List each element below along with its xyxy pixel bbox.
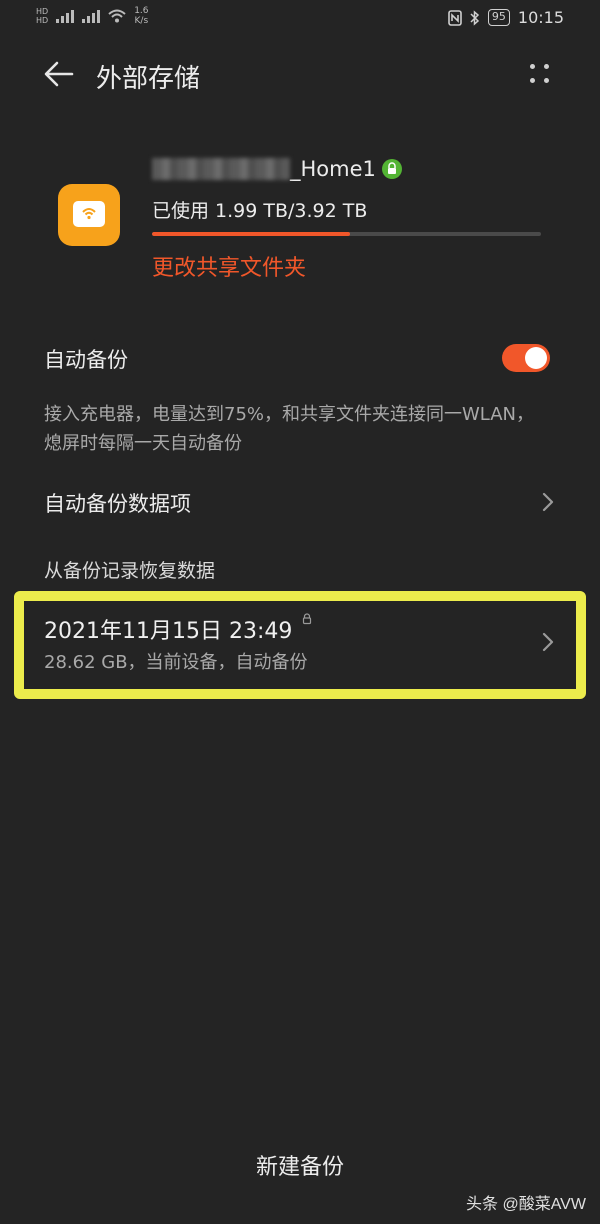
bluetooth-icon: [470, 9, 479, 26]
small-lock-icon: [303, 613, 312, 625]
speed-value: 1.6: [134, 6, 149, 16]
storage-usage-text: 已使用 1.99 TB/3.92 TB: [152, 200, 368, 222]
lock-icon: [381, 159, 402, 179]
wifi-icon: [108, 9, 126, 23]
storage-usage-bar: [152, 232, 541, 236]
hd-badge-top: HD: [36, 7, 49, 16]
new-backup-button[interactable]: 新建备份: [150, 1140, 450, 1196]
page-title: 外部存储: [96, 64, 201, 94]
clock: 10:15: [517, 8, 564, 27]
hd-badges: HD HD: [36, 7, 48, 25]
backup-record-item[interactable]: [14, 591, 586, 699]
nfc-icon: [448, 9, 462, 26]
restore-section-title: 从备份记录恢复数据: [44, 560, 216, 582]
auto-backup-description: 接入充电器，电量达到75%，和共享文件夹连接同一WLAN，熄屏时每隔一天自动备份: [44, 404, 535, 454]
speed-unit: K/s: [134, 16, 149, 26]
chevron-right-icon: [542, 492, 554, 512]
chevron-right-icon: [542, 632, 554, 652]
signal-icon-2: [82, 9, 101, 23]
more-options-icon[interactable]: [526, 60, 554, 88]
backup-record-date-text: 2021年11月15日 23:49: [44, 619, 293, 644]
network-speed: 1.6 K/s: [134, 6, 148, 26]
watermark: 头条 @酸菜AVW: [466, 1196, 586, 1213]
toggle-knob: [525, 347, 547, 369]
shared-folder-icon: [58, 184, 120, 246]
back-arrow-icon[interactable]: [42, 60, 74, 88]
device-name: _Home1: [152, 154, 402, 184]
backup-record-date: 2021年11月15日 23:49: [44, 613, 312, 645]
battery-indicator: 95: [487, 9, 510, 26]
redacted-name: [152, 158, 290, 180]
change-shared-folder-link[interactable]: 更改共享文件夹: [152, 250, 306, 282]
storage-usage-fill: [152, 232, 350, 236]
signal-icon: [56, 9, 75, 23]
auto-backup-items-label: 自动备份数据项: [44, 492, 191, 516]
auto-backup-toggle[interactable]: [502, 344, 550, 372]
auto-backup-label: 自动备份: [44, 348, 128, 372]
backup-record-meta: 28.62 GB，当前设备，自动备份: [44, 652, 308, 673]
device-name-suffix: _Home1: [290, 157, 376, 181]
status-bar: HD HD 1.6 K/s 95 10:15: [0, 0, 600, 36]
app-bar: 外部存储: [0, 50, 600, 98]
hd-badge-bottom: HD: [36, 16, 49, 25]
